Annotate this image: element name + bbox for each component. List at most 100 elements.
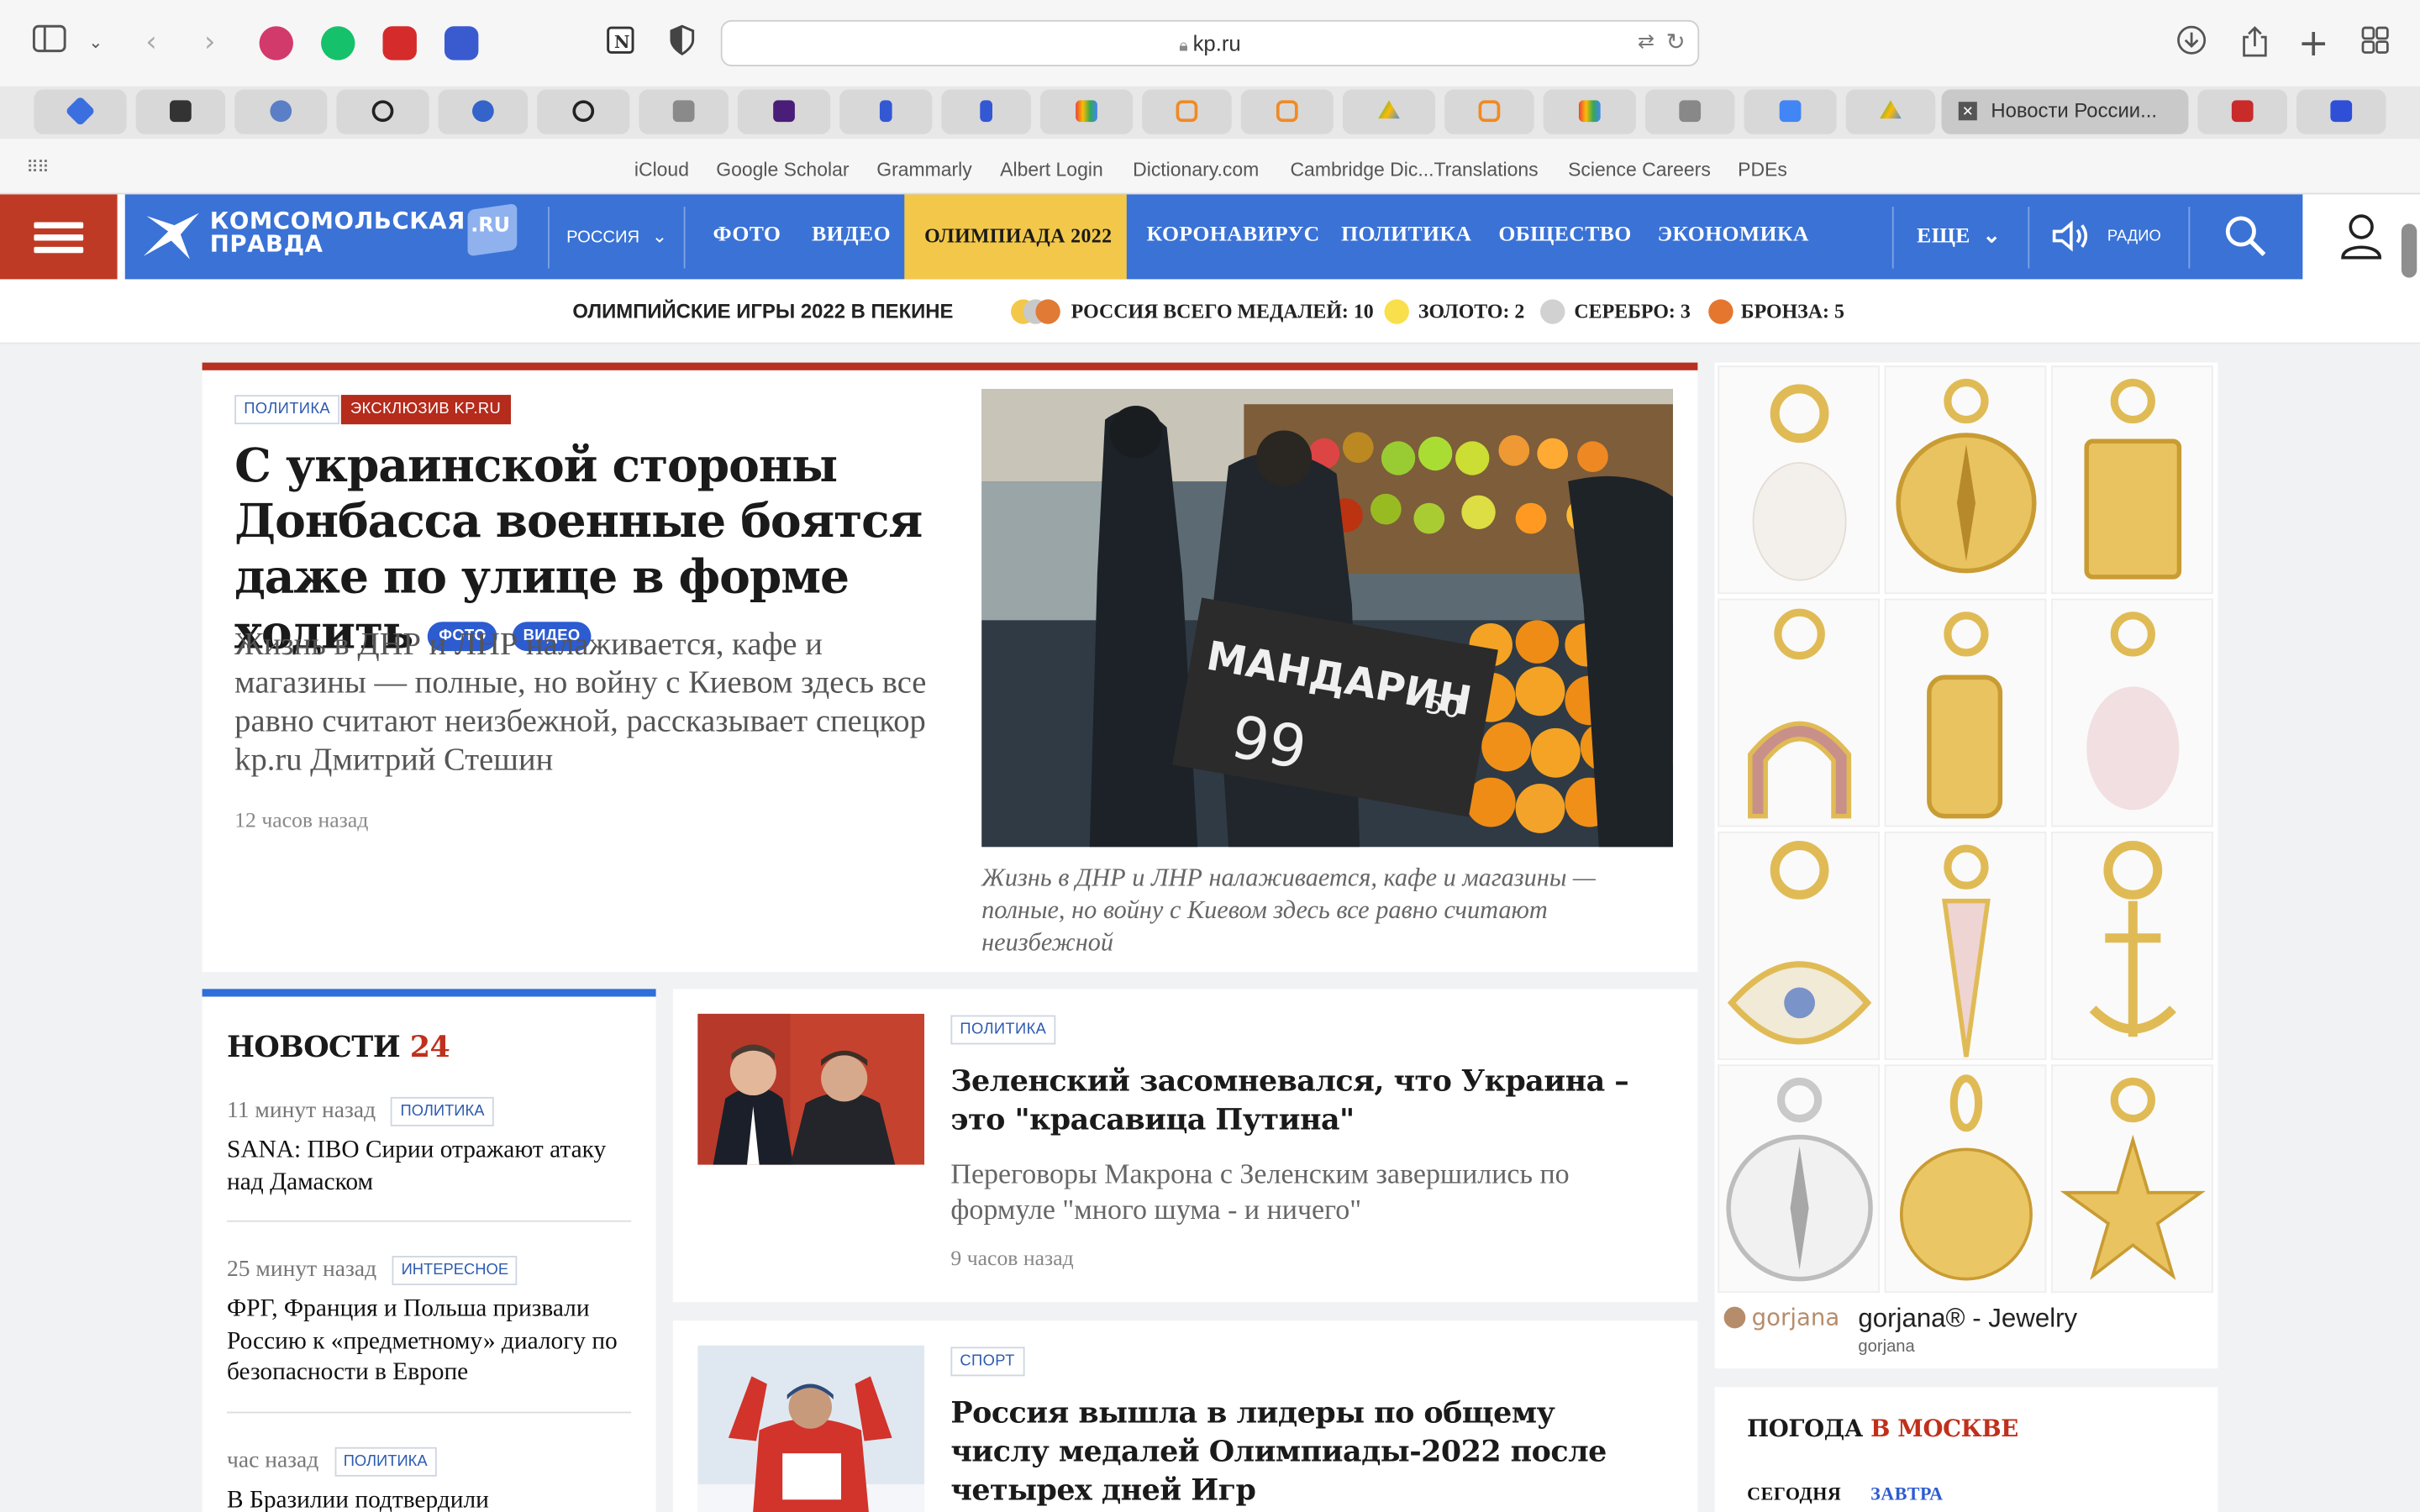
site-logo[interactable]: КОМСОМОЛЬСКАЯ ПРАВДА .RU [125, 194, 542, 279]
bookmark-item[interactable]: Grammarly [876, 159, 972, 181]
nav-item-coronavirus[interactable]: КОРОНАВИРУС [1147, 223, 1320, 248]
ad-product[interactable] [2050, 598, 2213, 827]
article-card[interactable]: ПОЛИТИКА Зеленский засомневался, что Укр… [672, 989, 1698, 1303]
reload-icon[interactable]: ↻ [1666, 28, 1686, 55]
extension-icon[interactable] [259, 26, 293, 60]
region-select[interactable]: РОССИЯ ⌄ [566, 225, 667, 247]
lead-image[interactable]: МАНДАРИН 50 99 [981, 388, 1673, 848]
nav-item-society[interactable]: ОБЩЕСТВО [1498, 223, 1631, 248]
tab[interactable] [1644, 89, 1735, 134]
ad-banner[interactable]: ⓘ ✕ gorjana gorjana® - Jewelry gorjana [1714, 362, 2218, 1369]
lead-article[interactable]: ПОЛИТИКА ЭКСКЛЮЗИВ KP.RU С украинской ст… [202, 362, 1698, 973]
tab[interactable] [941, 89, 1031, 134]
tab[interactable] [639, 89, 729, 134]
article-title[interactable]: Россия вышла в лидеры по общему числу ме… [950, 1394, 1660, 1510]
menu-button[interactable] [0, 194, 118, 280]
tab[interactable] [1342, 89, 1436, 134]
nav-item-politics[interactable]: ПОЛИТИКА [1341, 223, 1471, 248]
news24-tag[interactable]: ПОЛИТИКА [391, 1096, 494, 1126]
translate-icon[interactable]: ⇄ [1638, 29, 1655, 54]
tab[interactable] [1744, 89, 1837, 134]
tab[interactable] [1142, 89, 1232, 134]
tab[interactable] [1039, 89, 1134, 134]
tab[interactable] [537, 89, 630, 134]
tag-politics[interactable]: ПОЛИТИКА [950, 1015, 1056, 1045]
weather-tab-today[interactable]: СЕГОДНЯ [1747, 1483, 1841, 1506]
user-icon[interactable] [2339, 213, 2382, 260]
tab[interactable] [737, 89, 831, 134]
shield-icon[interactable] [664, 24, 701, 61]
radio-button[interactable]: РАДИО [2051, 219, 2161, 253]
news24-item[interactable]: 11 минут назад ПОЛИТИКА SANA: ПВО Сирии о… [227, 1096, 631, 1199]
tag-politics[interactable]: ПОЛИТИКА [234, 395, 340, 425]
tab[interactable] [1845, 89, 1936, 134]
ad-product[interactable] [1884, 1064, 2047, 1294]
tab[interactable] [135, 89, 226, 134]
notion-icon[interactable]: N [602, 24, 639, 61]
new-tab-icon[interactable]: + [2295, 24, 2332, 61]
bookmark-item[interactable]: Albert Login [1000, 159, 1103, 181]
bookmark-item[interactable]: Dictionary.com [1133, 159, 1259, 181]
chevron-down-icon[interactable]: ⌄ [77, 24, 114, 61]
ad-product[interactable] [1884, 831, 2047, 1060]
nav-item-more[interactable]: ЕЩЕ ⌄ [1917, 223, 2001, 249]
tag-sport[interactable]: СПОРТ [950, 1347, 1024, 1377]
extension-icon[interactable] [444, 26, 479, 60]
weather-tab-tomorrow[interactable]: ЗАВТРА [1870, 1483, 1944, 1506]
ad-title[interactable]: gorjana® - Jewelry [1858, 1304, 2077, 1335]
ad-product[interactable] [1718, 365, 1881, 595]
search-icon[interactable] [2224, 214, 2267, 265]
back-icon[interactable]: ‹ [133, 24, 170, 61]
nav-item-video[interactable]: ВИДЕО [812, 223, 891, 248]
tab[interactable] [34, 89, 127, 134]
ad-product[interactable] [1718, 1064, 1881, 1294]
tab[interactable] [2197, 89, 2287, 134]
tab[interactable] [1444, 89, 1534, 134]
tab[interactable] [234, 89, 328, 134]
grid-icon[interactable]: ⠿⠿ [26, 157, 50, 177]
tag-exclusive[interactable]: ЭКСКЛЮЗИВ KP.RU [340, 395, 511, 425]
ad-product[interactable] [2050, 1064, 2213, 1294]
tab-overview-icon[interactable] [2357, 24, 2394, 61]
url-bar[interactable]: 🔒︎ kp.ru ⇄ ↻ [720, 19, 1700, 66]
tab[interactable] [2296, 89, 2386, 134]
sidebar-icon[interactable] [31, 24, 68, 61]
close-icon[interactable]: ✕ [1958, 102, 1977, 121]
ad-product[interactable] [1884, 365, 2047, 595]
news24-tag[interactable]: ПОЛИТИКА [334, 1446, 437, 1477]
nav-item-photo[interactable]: ФОТО [713, 223, 781, 248]
bookmark-item[interactable]: iCloud [634, 159, 689, 181]
tab-active[interactable]: ✕ Новости России... [1941, 89, 2189, 134]
share-icon[interactable] [2236, 24, 2273, 61]
article-card[interactable]: СПОРТ Россия вышла в лидеры по общему чи… [672, 1320, 1698, 1512]
ad-product[interactable] [2050, 365, 2213, 595]
ad-product[interactable] [1884, 598, 2047, 827]
bookmark-item[interactable]: PDEs [1738, 159, 1787, 181]
nav-item-economy[interactable]: ЭКОНОМИКА [1658, 223, 1809, 248]
news24-item[interactable]: час назад ПОЛИТИКА В Бразилии подтвердили [227, 1446, 631, 1512]
page-scrollbar[interactable] [2401, 223, 2417, 278]
article-image[interactable] [697, 1345, 925, 1512]
olympics-medal-bar[interactable]: ОЛИМПИЙСКИЕ ИГРЫ 2022 В ПЕКИНЕ РОССИЯ ВС… [0, 279, 2420, 344]
tab[interactable] [839, 89, 933, 134]
ad-product[interactable] [2050, 831, 2213, 1060]
weather-city[interactable]: В МОСКВЕ [1870, 1415, 2018, 1442]
tab[interactable] [438, 89, 529, 134]
tab[interactable] [1543, 89, 1636, 134]
tab[interactable] [1240, 89, 1334, 134]
tab[interactable] [336, 89, 429, 134]
nav-item-olympics[interactable]: ОЛИМПИАДА 2022 [904, 194, 1127, 280]
article-title[interactable]: Зеленский засомневался, что Украина – эт… [950, 1063, 1660, 1140]
ad-product[interactable] [1718, 598, 1881, 827]
ad-product[interactable] [1718, 831, 1881, 1060]
grammarly-icon[interactable] [321, 26, 355, 60]
download-icon[interactable] [2173, 24, 2210, 61]
bookmark-item[interactable]: Google Scholar [716, 159, 849, 181]
forward-icon[interactable]: › [192, 24, 229, 61]
news24-tag[interactable]: ИНТЕРЕСНОЕ [392, 1256, 518, 1285]
news24-title[interactable]: НОВОСТИ 24 [227, 1031, 450, 1064]
bookmark-item[interactable]: Cambridge Dic...Translations [1290, 159, 1538, 181]
extension-icon[interactable] [382, 26, 417, 60]
article-image[interactable] [697, 1013, 925, 1165]
news24-item[interactable]: 25 минут назад ИНТЕРЕСНОЕ ФРГ, Франция и … [227, 1256, 631, 1389]
